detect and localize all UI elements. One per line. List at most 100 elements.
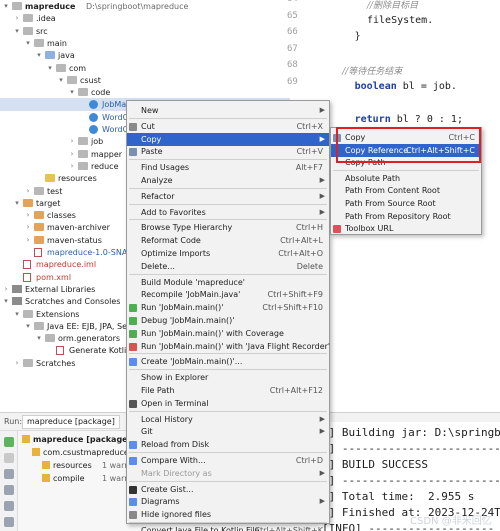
chevron-right-icon[interactable]: › — [2, 283, 10, 296]
menu-item-optimize-imports[interactable]: Optimize Imports Ctrl+Alt+O — [127, 247, 329, 260]
tree-item-label: orm.generators — [58, 334, 121, 344]
camera-icon[interactable] — [4, 485, 14, 495]
folder-icon — [78, 161, 88, 170]
menu-item-recompile-jobmain-java[interactable]: Recompile 'JobMain.java' Ctrl+Shift+F9 — [127, 288, 329, 301]
menu-item-path-from-repository-root[interactable]: Path From Repository Root — [331, 210, 481, 223]
run-tree-item[interactable]: compile1 warnin — [20, 472, 130, 485]
chevron-right-icon[interactable]: › — [68, 148, 76, 161]
chevron-down-icon[interactable]: ▾ — [68, 86, 76, 99]
chevron-down-icon[interactable]: ▾ — [35, 332, 43, 345]
menu-item-run-jobmain-main[interactable]: Run 'JobMain.main()' Ctrl+Shift+F10 — [127, 301, 329, 314]
menu-item-label: Diagrams — [141, 497, 180, 507]
menu-item-label: Create Gist... — [141, 484, 194, 494]
line-number: 66 — [287, 27, 298, 37]
tree-item-com[interactable]: ▾ com — [0, 62, 290, 75]
tree-item-main[interactable]: ▾ main — [0, 37, 290, 50]
chevron-down-icon[interactable]: ▾ — [57, 74, 65, 87]
file-icon — [23, 272, 31, 282]
menu-item-reload-from-disk[interactable]: Reload from Disk — [127, 438, 329, 451]
chevron-down-icon[interactable]: ▾ — [13, 197, 21, 210]
debug-icon — [129, 317, 137, 325]
tree-item-label: Scratches and Consoles — [25, 297, 121, 307]
chevron-down-icon[interactable]: ▾ — [2, 0, 10, 13]
layout-icon[interactable] — [4, 501, 14, 511]
chevron-down-icon[interactable]: ▾ — [13, 308, 21, 321]
menu-item-convert-java-file-to-kotlin-file[interactable]: Convert Java File to Kotlin File Ctrl+Alt… — [127, 524, 329, 531]
rerun-icon[interactable] — [4, 437, 14, 447]
menu-item-delete[interactable]: Delete... Delete — [127, 260, 329, 273]
menu-item-toolbox-url[interactable]: Toolbox URL — [331, 222, 481, 235]
menu-item-new[interactable]: New ▶ — [127, 104, 329, 117]
chevron-right-icon[interactable]: › — [68, 160, 76, 173]
chevron-down-icon[interactable]: ▾ — [24, 37, 32, 50]
chevron-right-icon[interactable]: › — [24, 221, 32, 234]
run-tree-item[interactable]: com.csustmapreduce — [20, 446, 130, 459]
menu-separator — [129, 410, 327, 412]
menu-item-label: Git — [141, 427, 153, 437]
tree-item-idea[interactable]: › .idea — [0, 12, 290, 25]
chevron-right-icon[interactable]: › — [24, 234, 32, 247]
run-tree-item[interactable]: mapreduce [package]: — [20, 433, 130, 446]
tree-item-label: .idea — [36, 14, 56, 24]
chevron-down-icon[interactable]: ▾ — [2, 295, 10, 308]
menu-item-diagrams[interactable]: Diagrams ▶ — [127, 495, 329, 508]
run-tree-item[interactable]: resources 1 warni — [20, 459, 130, 472]
menu-item-add-to-favorites[interactable]: Add to Favorites ▶ — [127, 206, 329, 219]
menu-item-file-path[interactable]: File Path Ctrl+Alt+F12 — [127, 384, 329, 397]
menu-item-shortcut: Alt+F7 — [295, 163, 323, 173]
menu-item-label: New — [141, 106, 159, 115]
menu-item-shortcut: Ctrl+Shift+F9 — [267, 290, 323, 300]
menu-item-cut[interactable]: Cut Ctrl+X — [127, 120, 329, 133]
stop-icon[interactable] — [4, 453, 14, 463]
menu-item-paste[interactable]: Paste Ctrl+V — [127, 145, 329, 158]
tree-item-csust[interactable]: ▾ csust — [0, 74, 290, 87]
menu-item-copy[interactable]: Copy ▶ — [127, 132, 329, 146]
eye-icon[interactable] — [4, 469, 14, 479]
tree-item-mapreduce[interactable]: ▾ mapreduce D:\springboot\mapreduce — [0, 0, 290, 13]
menu-item-hide-ignored-files[interactable]: Hide ignored files — [127, 508, 329, 521]
submenu-arrow-icon: ▶ — [319, 468, 325, 477]
chevron-right-icon[interactable]: › — [68, 135, 76, 148]
github-icon — [129, 485, 137, 494]
menu-item-create-gist[interactable]: Create Gist... — [127, 483, 329, 496]
menu-item-show-in-explorer[interactable]: Show in Explorer — [127, 371, 329, 384]
menu-item-debug-jobmain-main[interactable]: Debug 'JobMain.main()' — [127, 314, 329, 327]
chevron-right-icon[interactable]: › — [13, 357, 21, 370]
menu-item-absolute-path[interactable]: Absolute Path — [331, 172, 481, 185]
tree-item-code[interactable]: ▾ code — [0, 86, 290, 99]
chevron-right-icon[interactable]: › — [13, 12, 21, 25]
tree-item-label: target — [36, 198, 61, 208]
menu-item-analyze[interactable]: Analyze ▶ — [127, 174, 329, 187]
menu-item-label: Open in Terminal — [141, 398, 209, 408]
menu-item-path-from-content-root[interactable]: Path From Content Root — [331, 184, 481, 197]
menu-item-path-from-source-root[interactable]: Path From Source Root — [331, 197, 481, 210]
menu-item-git[interactable]: Git ▶ — [127, 425, 329, 438]
code-line: return bl ? 0 : 1; — [354, 113, 463, 125]
menu-item-browse-type-hierarchy[interactable]: Browse Type Hierarchy Ctrl+H — [127, 221, 329, 234]
chevron-down-icon[interactable]: ▾ — [13, 25, 21, 38]
menu-item-run-jobmain-main-with-coverage[interactable]: Run 'JobMain.main()' with Coverage — [127, 327, 329, 340]
menu-item-label: Browse Type Hierarchy — [141, 223, 233, 233]
menu-item-build-module-mapreduce[interactable]: Build Module 'mapreduce' — [127, 276, 329, 289]
chevron-right-icon[interactable]: › — [24, 185, 32, 198]
menu-item-create-jobmain-main[interactable]: Create 'JobMain.main()'... — [127, 355, 329, 368]
tree-item-src[interactable]: ▾ src — [0, 25, 290, 38]
chevron-down-icon[interactable]: ▾ — [35, 49, 43, 62]
pin-icon[interactable] — [4, 517, 14, 527]
run-toolbar — [0, 431, 18, 531]
menu-item-refactor[interactable]: Refactor ▶ — [127, 190, 329, 203]
menu-item-local-history[interactable]: Local History ▶ — [127, 413, 329, 426]
menu-item-run-jobmain-main-with-java-flight-recorder[interactable]: Run 'JobMain.main()' with 'Java Flight R… — [127, 340, 330, 353]
menu-item-open-in-terminal[interactable]: Open in Terminal — [127, 397, 329, 410]
chevron-down-icon[interactable]: ▾ — [46, 62, 54, 75]
run-tab[interactable]: mapreduce [package] — [22, 415, 120, 429]
chevron-down-icon[interactable]: ▾ — [24, 320, 32, 333]
menu-item-reformat-code[interactable]: Reformat Code Ctrl+Alt+L — [127, 234, 329, 247]
menu-item-label: Reload from Disk — [141, 440, 210, 450]
menu-item-compare-with[interactable]: Compare With... Ctrl+D — [127, 454, 329, 467]
tree-item-java[interactable]: ▾ java — [0, 49, 290, 62]
menu-item-find-usages[interactable]: Find Usages Alt+F7 — [127, 161, 329, 174]
line-number: 64 — [287, 0, 298, 4]
chevron-right-icon[interactable]: › — [24, 209, 32, 222]
folder-icon — [34, 235, 44, 244]
